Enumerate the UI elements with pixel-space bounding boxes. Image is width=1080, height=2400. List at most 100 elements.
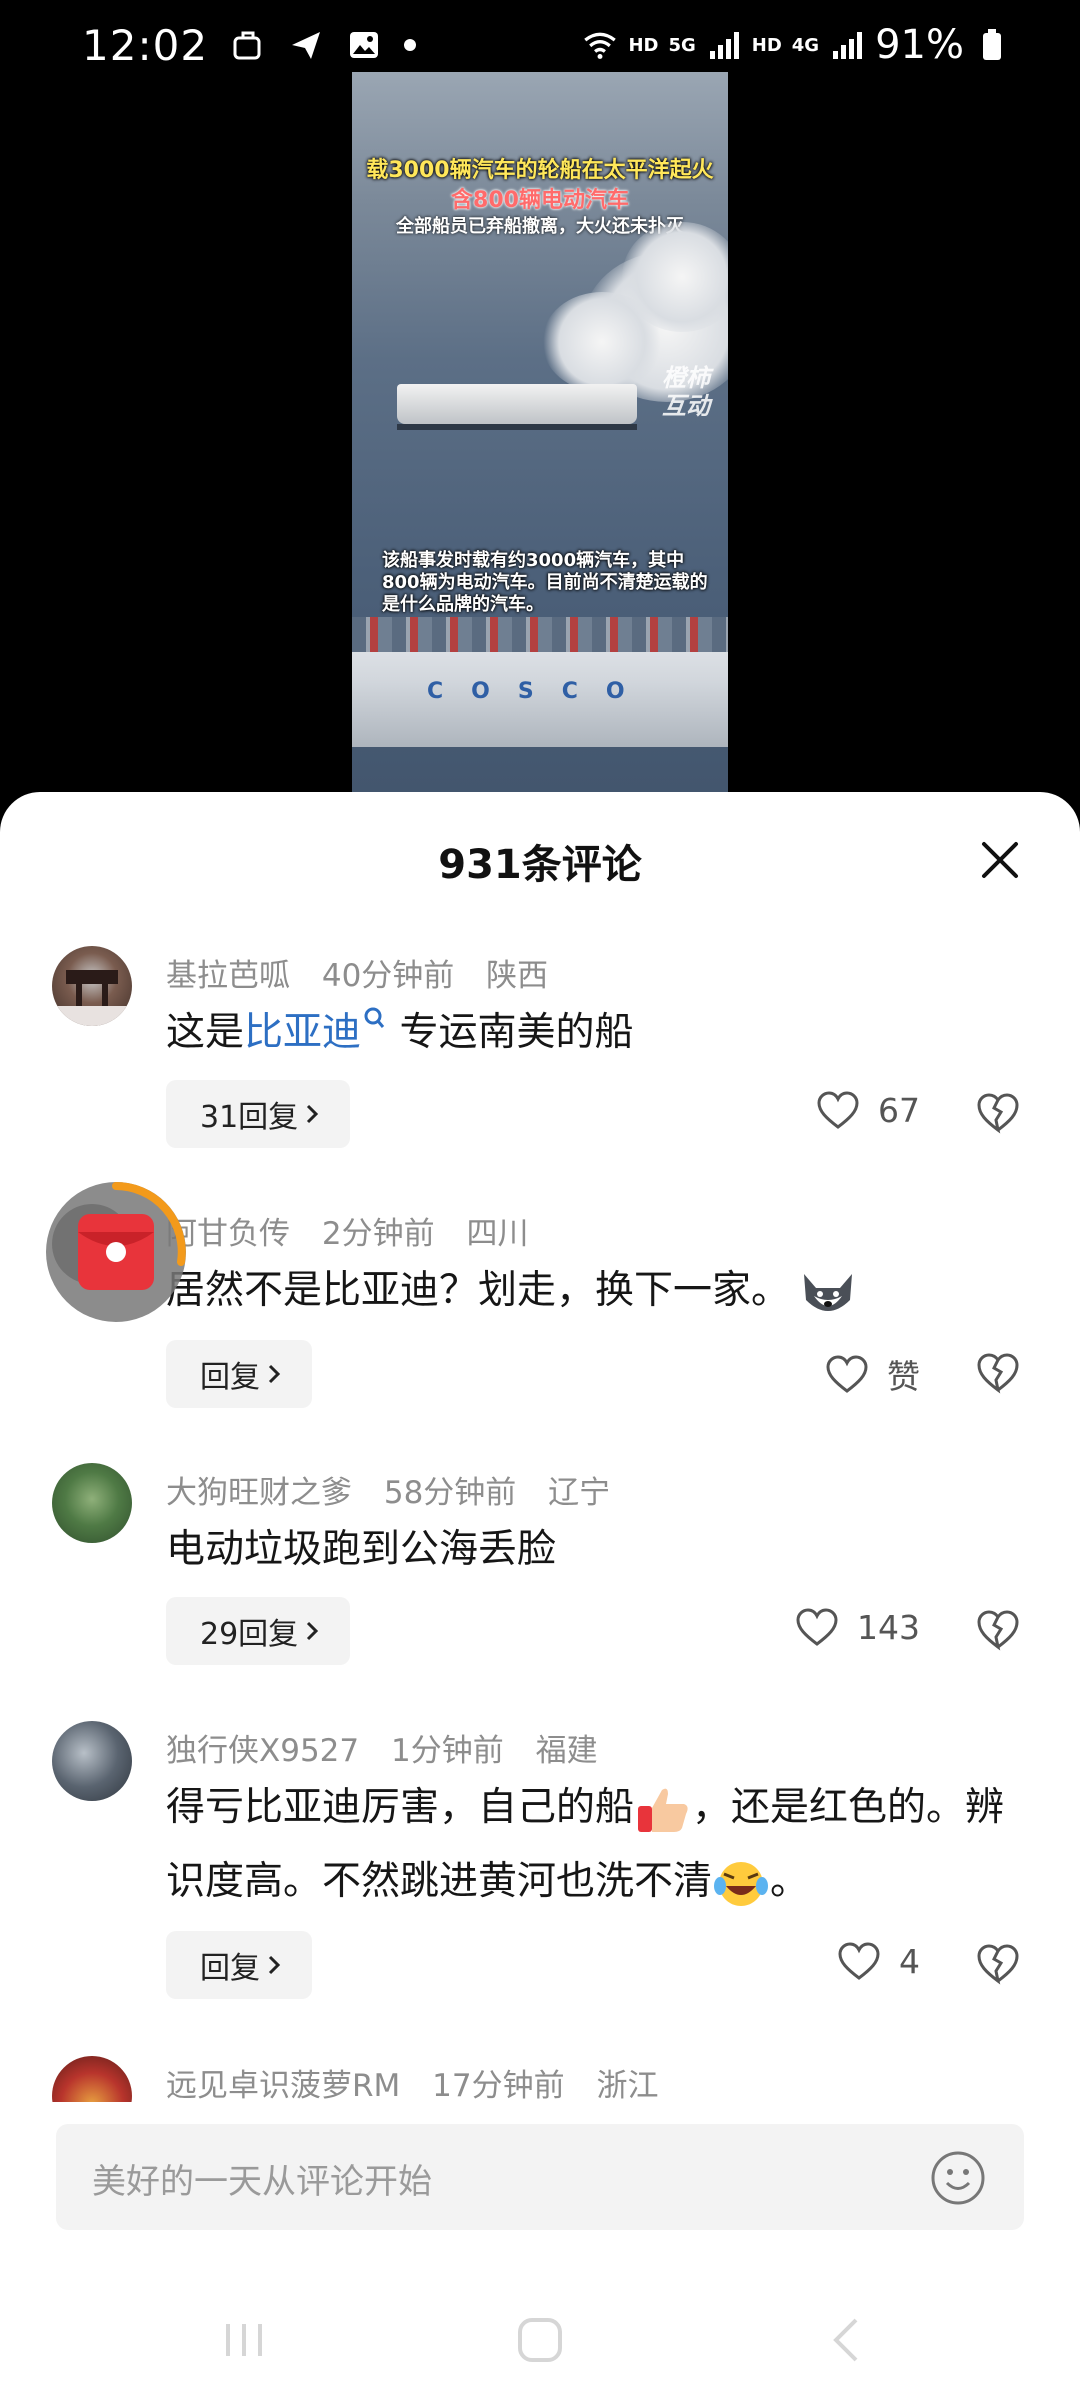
- comment-input-placeholder: 美好的一天从评论开始: [92, 2162, 432, 2202]
- more-notifications-dot: [404, 39, 417, 51]
- comment-meta: 大狗旺财之爹 58分钟前 辽宁: [166, 1467, 632, 1512]
- heart-icon: [817, 1091, 859, 1129]
- chevron-right-icon: [307, 1104, 319, 1124]
- video-caption: 该船事发时载有约3000辆汽车，其中800辆为电动汽车。目前尚不清楚运载的是什么…: [382, 550, 708, 615]
- comment-text: 电动垃圾跑到公海丢脸: [166, 1527, 557, 1572]
- video-watermark: 橙柿 互动: [662, 364, 710, 420]
- signal-4g-icon: [829, 27, 865, 63]
- like-button[interactable]: 4: [837, 1941, 920, 1981]
- avatar[interactable]: [52, 1721, 132, 1801]
- video-subheadline: 含800辆电动汽车: [451, 188, 629, 213]
- comment-region: 辽宁: [548, 1475, 611, 1511]
- red-envelope-icon: [78, 1182, 186, 1290]
- broken-heart-icon[interactable]: [976, 1350, 1020, 1394]
- chevron-right-icon: [268, 1364, 281, 1384]
- reply-button[interactable]: 回复: [166, 1931, 312, 1999]
- avatar[interactable]: [52, 2056, 132, 2102]
- comment-text: 居然不是比亚迪？划走，换下一家。: [166, 1254, 1010, 1328]
- hd-badge-2: HD: [751, 34, 782, 56]
- comment-username[interactable]: 远见卓识菠萝RM: [166, 2068, 400, 2102]
- comment-meta: 基拉芭呱 40分钟前 陕西: [166, 950, 570, 995]
- heart-icon: [796, 1608, 838, 1646]
- hd-badge-1: HD: [628, 34, 659, 56]
- comment-username[interactable]: 基拉芭呱: [166, 958, 290, 994]
- comment-region: 福建: [535, 1733, 598, 1769]
- like-button[interactable]: 143: [795, 1607, 920, 1647]
- smiley-icon[interactable]: [930, 2150, 986, 2206]
- comments-count-title: 931条评论: [438, 842, 642, 888]
- send-icon: [288, 27, 324, 63]
- wifi-icon: [582, 27, 618, 63]
- home-icon[interactable]: [510, 2310, 570, 2370]
- comment-text: 得亏比亚迪厉害，自己的船 ，还是红色的。辨识度高。不然跳进黄河也洗不清。: [166, 1771, 1010, 1919]
- comment-time: 58分钟前: [383, 1475, 517, 1511]
- like-count: 143: [857, 1607, 920, 1647]
- notification-app-icon: [230, 27, 266, 63]
- network-4g-label: 4G: [791, 34, 820, 56]
- status-time: 12:02: [82, 20, 209, 70]
- reply-button[interactable]: 31回复: [166, 1080, 351, 1148]
- avatar[interactable]: [52, 946, 132, 1026]
- broken-heart-icon[interactable]: [976, 1607, 1020, 1651]
- comment-username[interactable]: 独行侠X9527: [166, 1733, 359, 1769]
- back-icon[interactable]: [818, 2310, 878, 2370]
- heart-icon: [838, 1942, 880, 1980]
- battery-icon: [974, 27, 1010, 63]
- video-player[interactable]: 载3000辆汽车的轮船在太平洋起火 含800辆电动汽车 全部船员已弃船撤离，大火…: [352, 72, 728, 792]
- like-label: 赞: [887, 1357, 920, 1396]
- comment-meta: 远见卓识菠萝RM 17分钟前 浙江: [166, 2060, 680, 2102]
- broken-heart-icon[interactable]: [976, 1941, 1020, 1985]
- search-link[interactable]: 比亚迪: [244, 1010, 361, 1055]
- video-headline: 载3000辆汽车的轮船在太平洋起火: [366, 158, 714, 183]
- husky-emoji-icon: [804, 1273, 853, 1311]
- watermark-line-1: 橙柿: [662, 364, 710, 392]
- reply-button[interactable]: 回复: [166, 1340, 312, 1408]
- close-icon: [982, 842, 1018, 878]
- comment-time: 40分钟前: [321, 958, 455, 994]
- system-nav-bar: [0, 2290, 1080, 2400]
- comment-time: 1分钟前: [391, 1733, 504, 1769]
- recent-apps-icon[interactable]: [214, 2310, 274, 2370]
- comment-item: 远见卓识菠萝RM 17分钟前 浙江: [0, 2050, 1080, 2102]
- comment-time: 2分钟前: [321, 1216, 435, 1252]
- comment-username[interactable]: 大狗旺财之爹: [166, 1475, 352, 1511]
- foreground-ship: COSCO: [352, 617, 728, 747]
- comment-region: 四川: [466, 1216, 529, 1252]
- broken-heart-icon[interactable]: [976, 1090, 1020, 1134]
- chevron-right-icon: [307, 1621, 319, 1641]
- thumbs-up-emoji-icon: [638, 1788, 688, 1832]
- comment-meta: 独行侠X9527 1分钟前 福建: [166, 1725, 620, 1770]
- chevron-right-icon: [268, 1955, 281, 1975]
- like-button[interactable]: 赞: [825, 1350, 920, 1398]
- like-count: 4: [899, 1941, 920, 1981]
- comment-text-part: 专运南美的船: [399, 1010, 634, 1055]
- comment-input[interactable]: 美好的一天从评论开始: [56, 2124, 1024, 2230]
- comment-time: 17分钟前: [432, 2068, 565, 2102]
- comment-text-part: 得亏比亚迪厉害，自己的船: [166, 1785, 635, 1830]
- heart-icon: [826, 1355, 868, 1393]
- comment-text-part: 这是: [166, 1010, 245, 1055]
- red-envelope-button[interactable]: [46, 1182, 186, 1322]
- search-icon[interactable]: [361, 1006, 387, 1036]
- comment-meta: 阿甘负传 2分钟前 四川: [166, 1208, 550, 1253]
- comment-text-part: 居然不是比亚迪？划走，换下一家。: [166, 1268, 791, 1313]
- avatar[interactable]: [52, 1463, 132, 1543]
- battery-percent: 91%: [875, 22, 964, 68]
- reply-button[interactable]: 29回复: [166, 1597, 351, 1665]
- network-5g-label: 5G: [668, 34, 696, 56]
- reply-label: 回复: [200, 1951, 260, 1986]
- watermark-line-2: 互动: [662, 392, 710, 420]
- laughing-crying-emoji-icon: [714, 1861, 769, 1906]
- signal-5g-icon: [706, 27, 742, 63]
- reply-count: 29回复: [200, 1617, 299, 1652]
- close-button[interactable]: [972, 832, 1028, 888]
- comment-text-part: 。: [770, 1859, 810, 1904]
- reply-label: 回复: [200, 1360, 260, 1395]
- like-button[interactable]: 67: [816, 1090, 920, 1130]
- reply-count: 31回复: [200, 1100, 299, 1135]
- gallery-icon: [346, 27, 382, 63]
- like-count: 67: [878, 1090, 920, 1130]
- burning-ship: [397, 384, 637, 430]
- container-stack: [352, 617, 728, 652]
- comment-region: 浙江: [596, 2068, 659, 2102]
